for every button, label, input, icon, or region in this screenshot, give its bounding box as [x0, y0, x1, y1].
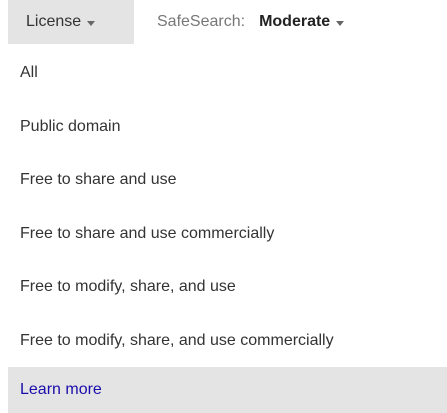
- search-tools-bar: License SafeSearch: Moderate: [0, 0, 447, 44]
- menu-item-free-to-share-and-use-commercially[interactable]: Free to share and use commercially: [8, 207, 447, 261]
- menu-item-free-to-modify-share-and-use-commercially[interactable]: Free to modify, share, and use commercia…: [8, 314, 447, 368]
- safesearch-dropdown-button[interactable]: SafeSearch: Moderate: [157, 0, 345, 44]
- learn-more-link[interactable]: Learn more: [8, 367, 447, 413]
- safesearch-value: Moderate: [259, 13, 331, 30]
- license-dropdown-button[interactable]: License: [8, 0, 134, 44]
- license-menu: All Public domain Free to share and use …: [8, 46, 447, 413]
- menu-item-free-to-share-and-use[interactable]: Free to share and use: [8, 153, 447, 207]
- menu-item-public-domain[interactable]: Public domain: [8, 100, 447, 154]
- menu-item-all[interactable]: All: [8, 46, 447, 100]
- safesearch-label: SafeSearch:: [157, 13, 246, 30]
- menu-item-free-to-modify-share-and-use[interactable]: Free to modify, share, and use: [8, 260, 447, 314]
- license-label: License: [26, 13, 82, 30]
- chevron-down-icon: [87, 20, 96, 26]
- chevron-down-icon: [336, 20, 345, 26]
